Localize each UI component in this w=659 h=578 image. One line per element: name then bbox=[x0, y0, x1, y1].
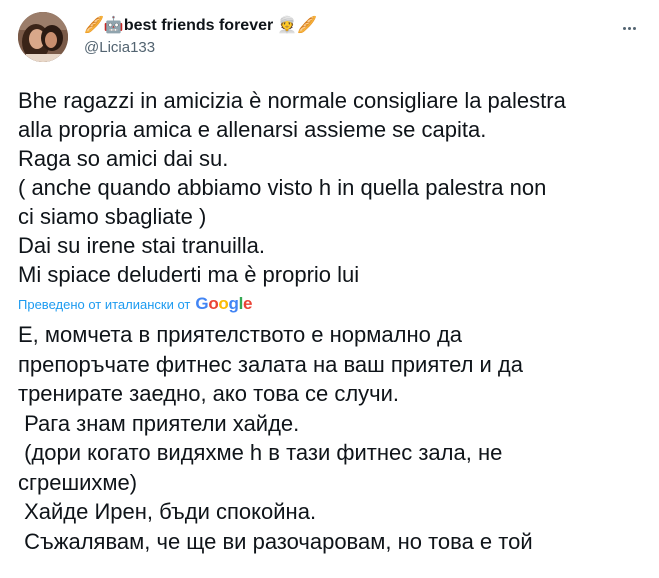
translated-line: (дори когато видяхме h в тази фитнес зал… bbox=[18, 440, 503, 465]
google-logo: Google bbox=[195, 294, 253, 313]
avatar[interactable] bbox=[18, 12, 68, 62]
text-line: alla propria amica e allenarsi assieme s… bbox=[18, 117, 487, 142]
translated-label: Преведено от италиански от bbox=[18, 296, 191, 312]
handle[interactable]: @Licia133 bbox=[84, 38, 317, 58]
baguette-emoji: 🥖 bbox=[84, 17, 104, 34]
translated-text: Е, момчета в приятелството е нормално да… bbox=[18, 320, 641, 556]
translated-line: Съжалявам, че ще ви разочаровам, но това… bbox=[18, 528, 533, 554]
translated-line: Е, момчета в приятелството е нормално да bbox=[18, 322, 463, 347]
tweet-header: 🥖 🤖 best friends forever 👳 🥖 @Licia133 bbox=[18, 12, 641, 64]
author-names: 🥖 🤖 best friends forever 👳 🥖 @Licia133 bbox=[84, 16, 317, 58]
display-name-text: best friends forever bbox=[123, 17, 274, 34]
more-dots-icon bbox=[622, 26, 626, 30]
text-line: Mi spiace deluderti ma è proprio lui bbox=[18, 262, 360, 287]
translated-line: препоръчате фитнес залата на ваш приятел… bbox=[18, 351, 524, 377]
robot-emoji: 🤖 bbox=[103, 17, 124, 34]
baguette-emoji: 🥖 bbox=[297, 17, 318, 34]
person-emoji: 👳 bbox=[277, 17, 298, 34]
text-line: Dai su irene stai tranuilla. bbox=[18, 233, 266, 258]
translation-attribution[interactable]: Преведено от италиански от Google bbox=[18, 292, 641, 316]
avatar-photo bbox=[18, 12, 68, 62]
original-text: Bhe ragazzi in amicizia è normale consig… bbox=[18, 86, 641, 289]
text-line: ci siamo sbagliate ) bbox=[18, 204, 207, 229]
tweet: 🥖 🤖 best friends forever 👳 🥖 @Licia133 B… bbox=[0, 0, 659, 578]
more-dots-icon bbox=[627, 26, 631, 30]
more-options-button[interactable] bbox=[617, 18, 641, 38]
text-line: Raga so amici dai su. bbox=[18, 146, 229, 171]
tweet-body: Bhe ragazzi in amicizia è normale consig… bbox=[18, 86, 641, 556]
text-line: Bhe ragazzi in amicizia è normale consig… bbox=[18, 88, 566, 113]
translated-line: тренирате заедно, ако това се случи. bbox=[18, 381, 400, 406]
text-line: ( anche quando abbiamo visto h in quella… bbox=[18, 175, 547, 200]
display-name[interactable]: 🥖 🤖 best friends forever 👳 🥖 bbox=[84, 16, 317, 36]
translated-line: сгрешихме) bbox=[18, 469, 138, 495]
more-dots-icon bbox=[632, 26, 636, 30]
translated-line: Хайде Ирен, бъди спокойна. bbox=[18, 499, 317, 524]
translated-line: Рага знам приятели хайде. bbox=[18, 410, 300, 436]
